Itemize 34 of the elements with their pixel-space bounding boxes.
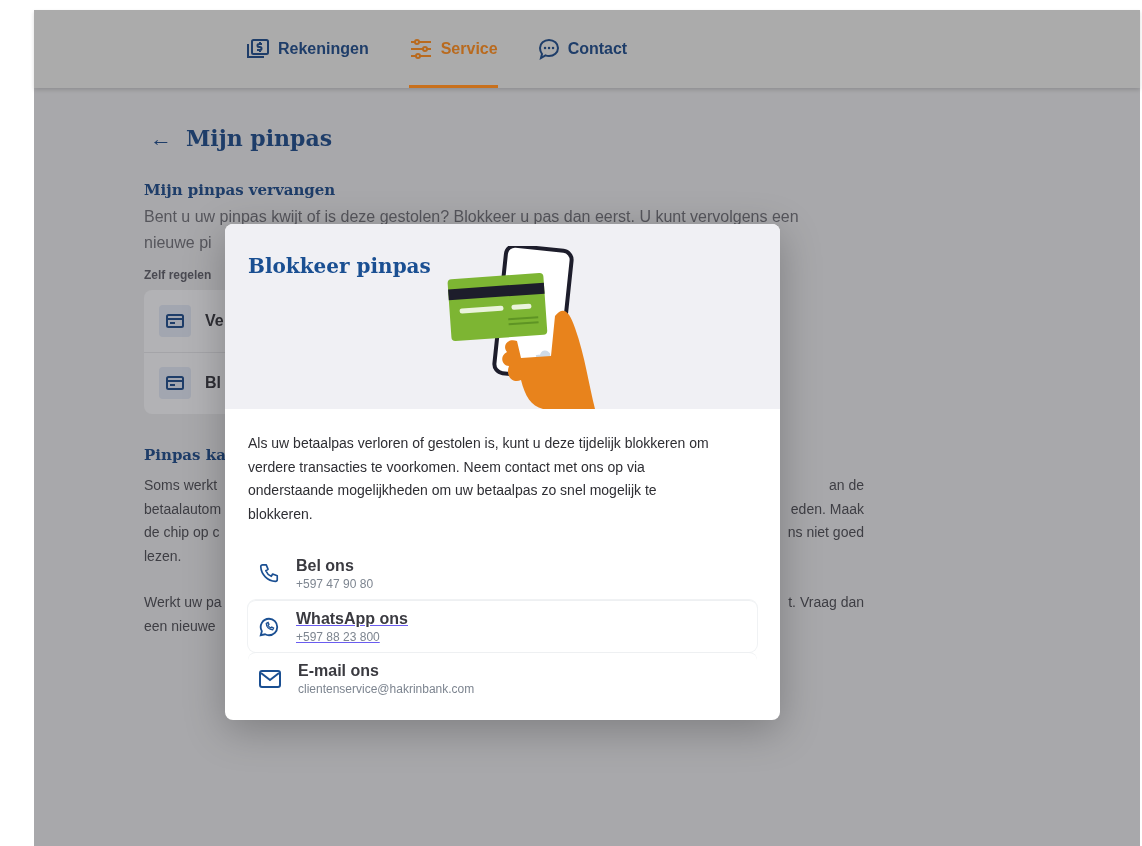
contact-option[interactable]: WhatsApp ons +597 88 23 800 (248, 600, 757, 652)
body-text-line: Bent u uw pinpas kwijt of is deze gestolen? Blokkeer u pas dan eerst. U kunt vervolgens een (144, 206, 799, 227)
phone-icon (258, 563, 280, 585)
section-heading: Pinpas ka (144, 444, 226, 466)
whatsapp-icon (258, 615, 280, 638)
body-text-fragment: an de (828, 476, 864, 495)
body-text-fragment: de chip op c (144, 523, 220, 542)
back-arrow[interactable]: ← (150, 127, 172, 150)
body-text-fragment: eden. Maak (790, 499, 864, 519)
card-icon (159, 367, 191, 399)
contact-option[interactable]: Bel ons +597 47 90 80 (248, 548, 757, 600)
section-heading: Mijn pinpas vervangen (144, 180, 337, 201)
nav-tab[interactable]: Contact (537, 10, 628, 88)
action-label[interactable]: Bl (205, 371, 221, 395)
body-text-fragment: lezen. (144, 546, 182, 566)
money-icon (246, 38, 270, 60)
body-text-fragment: ns niet goed (787, 523, 864, 542)
sliders-icon (408, 38, 433, 60)
nav-tab[interactable]: Rekeningen (246, 10, 369, 88)
body-text-fragment: een nieuwe (144, 616, 216, 636)
body-text-line: nieuwe pi (144, 232, 212, 253)
contact-option[interactable]: E-mail ons clientenservice@hakrinbank.com (248, 652, 757, 704)
dialog-description: Als uw betaalpas verloren of gestolen is, kunt u deze tijdelijk blokkeren om verdere transacties te voorkomen. Neem contact met ons op via onderstaande mogelijkheden om uw betaalpas zo snel mogelijk te blokkeren. (248, 434, 710, 524)
dialog-title: Blokkeer pinpas (248, 253, 431, 280)
body-text-fragment: betaalautom (144, 499, 222, 519)
envelope-icon (258, 668, 282, 689)
body-text-fragment: t. Vraag dan (788, 593, 864, 612)
body-text-fragment: Werkt uw pa (144, 593, 222, 612)
chat-bubble-icon (537, 38, 560, 60)
page-title: Mijn pinpas (186, 124, 333, 153)
group-label: Zelf regelen (144, 266, 212, 284)
body-text-fragment: Soms werkt (144, 476, 218, 495)
card-icon (159, 304, 191, 337)
action-label[interactable]: Ve (205, 308, 224, 333)
